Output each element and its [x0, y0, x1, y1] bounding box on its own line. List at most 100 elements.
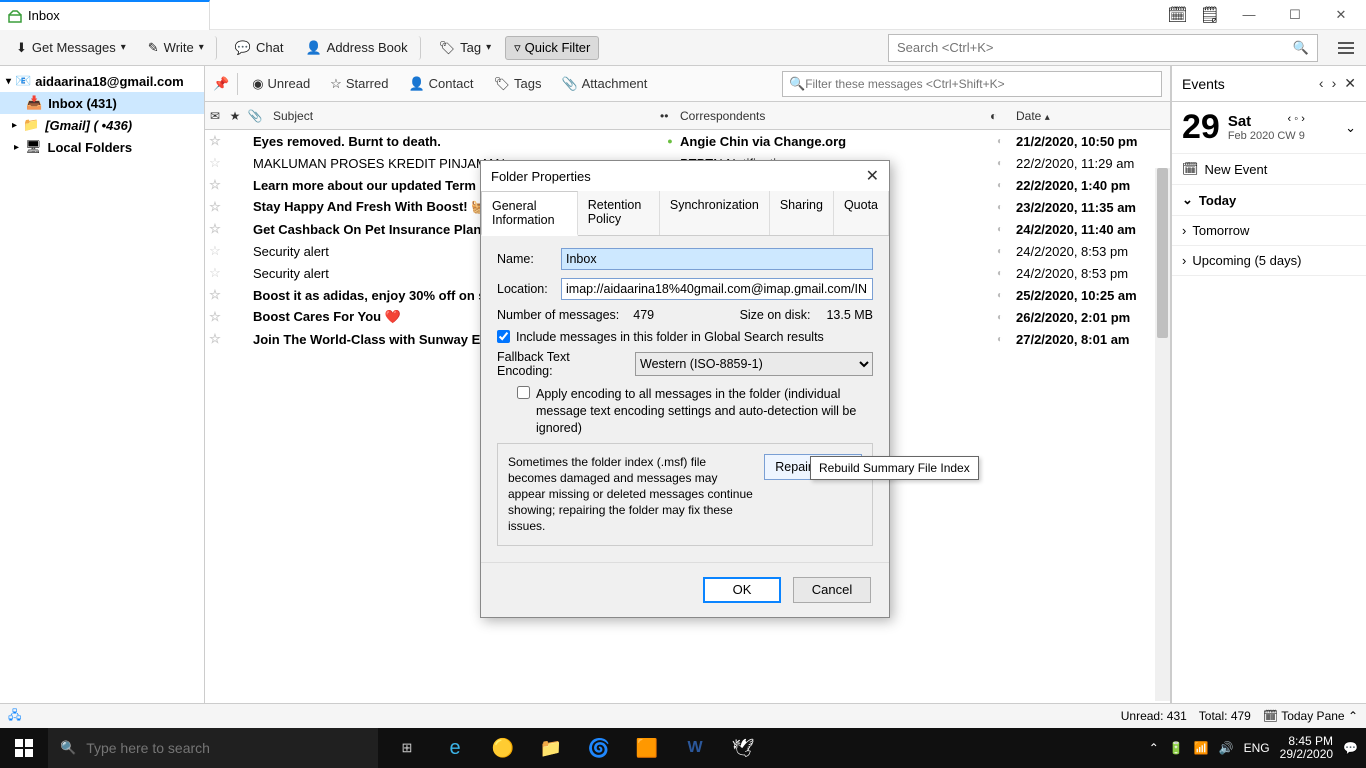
ok-button[interactable]: OK [703, 577, 781, 603]
star-icon[interactable]: ☆ [205, 265, 225, 281]
tag-button[interactable]: 🏷 Tag ▾ [431, 36, 500, 60]
chrome-button[interactable]: 🟡 [480, 728, 526, 768]
thunderbird-button[interactable]: 🕊 [720, 728, 766, 768]
today-label: Today [1199, 193, 1236, 208]
filter-messages-search[interactable]: 🔍 [782, 71, 1162, 97]
write-button[interactable]: ✎ Write ▾ [140, 36, 217, 60]
volume-icon[interactable]: 🔊 [1219, 741, 1234, 755]
filter-attachment[interactable]: 📎Attachment [555, 73, 653, 95]
taskbar-search[interactable]: 🔍 [48, 728, 378, 768]
star-icon[interactable]: ☆ [205, 177, 225, 193]
star-icon[interactable]: ☆ [205, 133, 225, 149]
star-icon[interactable]: ☆ [205, 287, 225, 303]
name-input[interactable] [561, 248, 873, 270]
menu-button[interactable] [1334, 42, 1358, 54]
events-today[interactable]: ⌄ Today [1172, 185, 1366, 216]
prev-icon[interactable]: ‹ [1319, 75, 1324, 92]
date-display: 29 Sat ‹ ◦ › Feb 2020 CW 9 ⌄ [1172, 102, 1366, 154]
app-button[interactable]: 🟧 [624, 728, 670, 768]
dialog-tab[interactable]: Sharing [770, 191, 834, 235]
new-event-button[interactable]: 🗓 New Event [1172, 154, 1366, 185]
events-upcoming[interactable]: ›Upcoming (5 days) [1172, 246, 1366, 276]
quick-filter-label: Quick Filter [525, 40, 591, 55]
quick-filter-button[interactable]: ▿ Quick Filter [505, 36, 599, 60]
attachment-icon: 📎 [561, 76, 577, 92]
dialog-tab[interactable]: General Information [481, 191, 578, 236]
close-button[interactable]: ✕ [1324, 2, 1358, 28]
fallback-select[interactable]: Western (ISO-8859-1) [635, 352, 873, 376]
get-messages-button[interactable]: ⬇ Get Messages ▾ [8, 36, 134, 60]
filter-unread[interactable]: ◉Unread [246, 73, 316, 95]
tray-up-icon[interactable]: ⌃ [1149, 741, 1159, 755]
fallback-label: Fallback Text Encoding: [497, 350, 627, 378]
folder-inbox[interactable]: 📥 Inbox (431) [0, 92, 204, 114]
edge-button[interactable]: e [432, 728, 478, 768]
dialog-tab[interactable]: Synchronization [660, 191, 770, 235]
message-row[interactable]: ☆Eyes removed. Burnt to death.●Angie Chi… [205, 130, 1170, 152]
col-attachment[interactable]: 📎 [245, 109, 265, 123]
cancel-button[interactable]: Cancel [793, 577, 871, 603]
dialog-tab[interactable]: Retention Policy [578, 191, 660, 235]
star-icon[interactable]: ☆ [205, 155, 225, 171]
tag-icon: 🏷 [439, 40, 456, 56]
apply-encoding-checkbox[interactable] [517, 386, 530, 399]
events-tomorrow[interactable]: ›Tomorrow [1172, 216, 1366, 246]
star-icon[interactable]: ☆ [205, 199, 225, 215]
col-correspondents[interactable]: Correspondents [680, 109, 990, 123]
close-icon[interactable]: ✕ [1344, 75, 1356, 92]
next-icon[interactable]: › [1332, 75, 1337, 92]
minimize-button[interactable]: — [1232, 2, 1266, 28]
filter-messages-input[interactable] [805, 77, 1155, 91]
online-icon[interactable]: 🖧 [8, 706, 21, 727]
task-view-button[interactable]: ⊞ [384, 728, 430, 768]
dialog-tab[interactable]: Quota [834, 191, 889, 235]
tasks-icon[interactable]: 🗒 [1200, 5, 1220, 25]
star-icon[interactable]: ☆ [205, 331, 225, 347]
chevron-down-icon: ▾ [486, 42, 491, 53]
star-icon[interactable]: ☆ [205, 221, 225, 237]
app-button[interactable]: 🌀 [576, 728, 622, 768]
taskbar-clock[interactable]: 8:45 PM 29/2/2020 [1280, 735, 1333, 761]
notifications-icon[interactable]: 💬 [1343, 741, 1358, 755]
star-icon[interactable]: ☆ [205, 243, 225, 259]
maximize-button[interactable]: ☐ [1278, 2, 1312, 28]
tab-inbox[interactable]: Inbox [0, 0, 210, 30]
language-indicator[interactable]: ENG [1244, 741, 1270, 755]
vertical-scrollbar[interactable] [1155, 168, 1170, 701]
star-icon[interactable]: ☆ [205, 309, 225, 325]
include-checkbox[interactable] [497, 330, 510, 343]
col-date[interactable]: Date ▴ [1010, 109, 1170, 123]
size-value: 13.5 MB [826, 308, 873, 322]
start-button[interactable] [0, 739, 48, 757]
folder-gmail[interactable]: ▸ 📁 [Gmail] ( •436) [0, 114, 204, 136]
dialog-close-button[interactable]: ✕ [866, 166, 879, 186]
chat-button[interactable]: 💬 Chat [227, 36, 292, 60]
chevron-down-icon[interactable]: ⌄ [1345, 120, 1356, 136]
wifi-icon[interactable]: 📶 [1194, 741, 1209, 755]
folder-local[interactable]: ▸ 🖥 Local Folders [0, 136, 204, 158]
global-search[interactable]: 🔍 [888, 34, 1318, 62]
address-book-button[interactable]: 👤 Address Book [297, 36, 420, 60]
chevron-down-icon: ⌄ [1182, 192, 1193, 208]
col-read[interactable]: ◐ [990, 109, 1010, 123]
global-search-input[interactable] [897, 40, 1293, 55]
date-cell: 26/2/2020, 2:01 pm [1010, 310, 1170, 325]
col-subject[interactable]: Subject [265, 109, 660, 123]
account-row[interactable]: ▾ 📧 aidaarina18@gmail.com [0, 70, 204, 92]
nav-arrows[interactable]: ‹ ◦ › [1288, 113, 1305, 125]
col-star[interactable]: ★ [225, 109, 245, 123]
col-thread[interactable]: ✉ [205, 109, 225, 123]
explorer-button[interactable]: 📁 [528, 728, 574, 768]
filter-tags[interactable]: 🏷Tags [487, 73, 547, 95]
word-button[interactable]: W [672, 728, 718, 768]
col-indicator[interactable]: •• [660, 109, 680, 123]
location-input[interactable] [561, 278, 873, 300]
battery-icon[interactable]: 🔋 [1169, 741, 1184, 755]
scrollbar-thumb[interactable] [1157, 168, 1168, 338]
calendar-icon[interactable]: 🗓 [1167, 5, 1187, 25]
filter-starred[interactable]: ☆Starred [324, 73, 394, 95]
today-pane-button[interactable]: 🗓 Today Pane ⌃ [1263, 709, 1358, 723]
pin-icon[interactable]: 📌 [213, 76, 229, 92]
filter-contact[interactable]: 👤Contact [402, 73, 479, 95]
taskbar-search-input[interactable] [86, 740, 366, 756]
